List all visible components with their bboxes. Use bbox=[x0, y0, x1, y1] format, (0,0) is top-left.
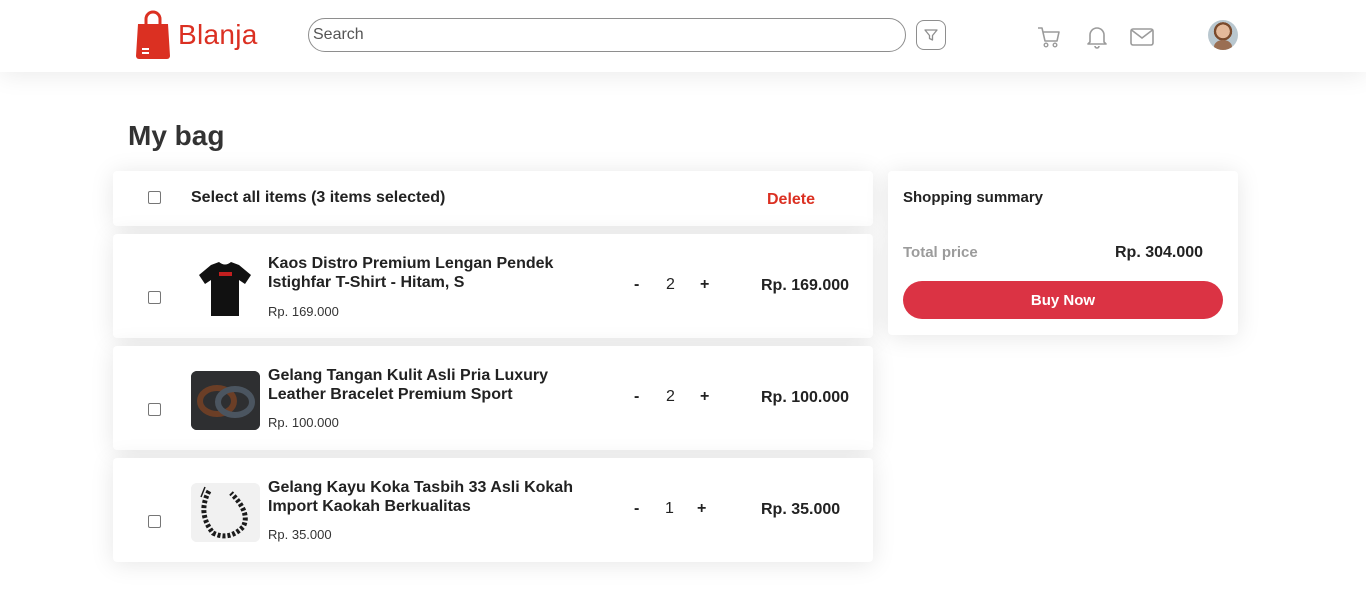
increase-qty-button[interactable]: + bbox=[700, 276, 709, 294]
select-all-label: Select all items (3 items selected) bbox=[191, 189, 446, 206]
decrease-qty-button[interactable]: - bbox=[634, 388, 639, 406]
item-total-price: Rp. 100.000 bbox=[761, 389, 850, 406]
increase-qty-button[interactable]: + bbox=[697, 500, 706, 518]
cart-item: Gelang Tangan Kulit Asli Pria Luxury Lea… bbox=[113, 346, 873, 450]
decrease-qty-button[interactable]: - bbox=[634, 500, 639, 518]
cart-item: Gelang Kayu Koka Tasbih 33 Asli Kokah Im… bbox=[113, 458, 873, 562]
item-unit-price: Rp. 35.000 bbox=[268, 527, 332, 542]
item-unit-price: Rp. 100.000 bbox=[268, 415, 339, 430]
item-name[interactable]: Gelang Tangan Kulit Asli Pria Luxury Lea… bbox=[268, 366, 588, 404]
total-price-label: Total price bbox=[903, 244, 978, 261]
item-quantity: 2 bbox=[666, 276, 675, 293]
select-all-bar: Select all items (3 items selected) Dele… bbox=[113, 171, 873, 226]
shopping-bag-icon bbox=[136, 10, 170, 59]
item-total-price: Rp. 35.000 bbox=[761, 501, 841, 518]
delete-button[interactable]: Delete bbox=[767, 191, 815, 209]
product-image-tshirt bbox=[191, 259, 260, 318]
item-checkbox[interactable] bbox=[148, 515, 161, 528]
page-title: My bag bbox=[128, 120, 225, 151]
brand-logo[interactable]: Blanja bbox=[134, 10, 258, 60]
buy-now-button[interactable]: Buy Now bbox=[903, 281, 1223, 319]
search-input[interactable] bbox=[308, 18, 906, 52]
item-unit-price: Rp. 169.000 bbox=[268, 304, 339, 319]
item-name[interactable]: Gelang Kayu Koka Tasbih 33 Asli Kokah Im… bbox=[268, 478, 588, 516]
total-price-value: Rp. 304.000 bbox=[1115, 244, 1204, 261]
shopping-summary: Shopping summary Total price Rp. 304.000… bbox=[888, 171, 1238, 335]
user-avatar[interactable] bbox=[1208, 20, 1238, 50]
filter-button[interactable] bbox=[916, 20, 946, 50]
mail-icon[interactable] bbox=[1129, 24, 1155, 50]
product-image-wood-bracelet bbox=[191, 483, 260, 542]
decrease-qty-button[interactable]: - bbox=[634, 276, 639, 294]
top-navbar: Blanja bbox=[0, 0, 1366, 72]
cart-icon[interactable] bbox=[1036, 24, 1062, 50]
item-total-price: Rp. 169.000 bbox=[761, 277, 850, 294]
item-name[interactable]: Kaos Distro Premium Lengan Pendek Istigh… bbox=[268, 254, 588, 292]
cart-item: Kaos Distro Premium Lengan Pendek Istigh… bbox=[113, 234, 873, 338]
summary-title: Shopping summary bbox=[903, 189, 1044, 206]
item-quantity: 2 bbox=[666, 388, 675, 405]
item-quantity: 1 bbox=[665, 500, 674, 517]
select-all-checkbox[interactable] bbox=[148, 191, 161, 204]
bell-icon[interactable] bbox=[1084, 24, 1110, 50]
filter-icon bbox=[924, 29, 938, 41]
product-image-bracelet bbox=[191, 371, 260, 430]
item-checkbox[interactable] bbox=[148, 403, 161, 416]
item-checkbox[interactable] bbox=[148, 291, 161, 304]
increase-qty-button[interactable]: + bbox=[700, 388, 709, 406]
brand-name: Blanja bbox=[178, 19, 258, 50]
